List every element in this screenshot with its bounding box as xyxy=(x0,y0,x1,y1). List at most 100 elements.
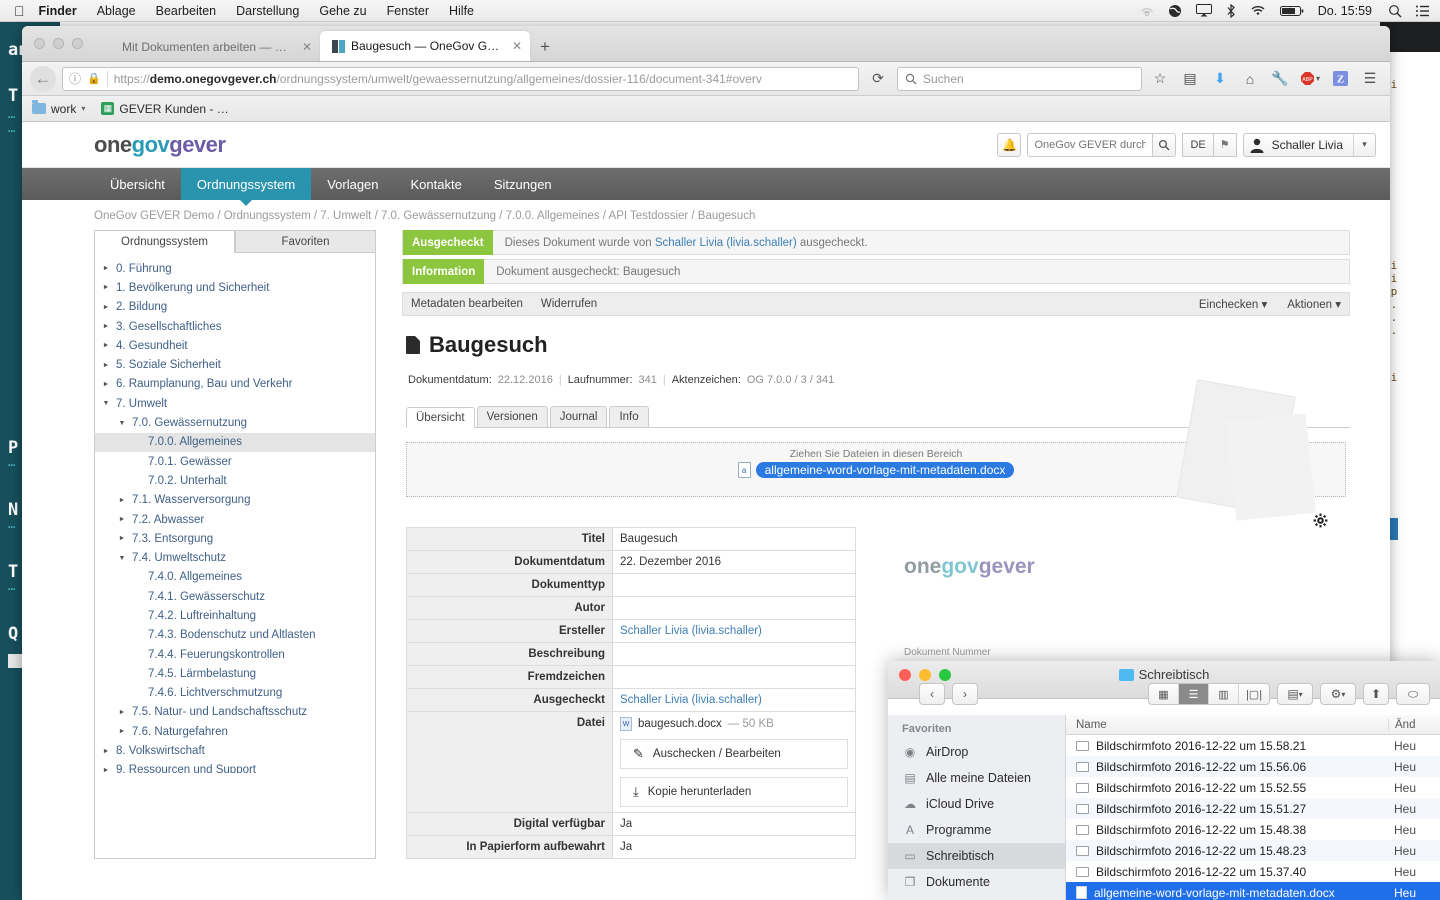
finder-sidebar-item[interactable]: ☁ iCloud Drive xyxy=(888,791,1065,817)
chevron-right-icon[interactable]: ► xyxy=(117,535,127,542)
browser-search-input[interactable]: Suchen xyxy=(897,66,1142,91)
tree-node[interactable]: 7.4.5. Lärmbelastung xyxy=(95,664,375,683)
tree-node[interactable]: ▼ 7.0. Gewässernutzung xyxy=(95,413,375,432)
tree-node[interactable]: ► 6. Raumplanung, Bau und Verkehr xyxy=(95,375,375,394)
action-einchecken[interactable]: Einchecken ▾ xyxy=(1199,297,1267,311)
tree-node[interactable]: ► 7.3. Entsorgung xyxy=(95,529,375,548)
tree-node[interactable]: ► 7.5. Natur- und Landschaftsschutz xyxy=(95,703,375,722)
chevron-down-icon[interactable]: ▼ xyxy=(117,555,127,562)
download-copy-button[interactable]: ⤓ Kopie herunterladen xyxy=(620,777,848,807)
bluetooth-icon[interactable] xyxy=(1226,3,1236,18)
notifications-bell-icon[interactable]: 🔔 xyxy=(997,132,1022,157)
tree-node[interactable]: 7.4.1. Gewässerschutz xyxy=(95,587,375,606)
chevron-down-icon[interactable]: ▼ xyxy=(117,420,127,427)
doc-tab-versionen[interactable]: Versionen xyxy=(476,406,548,427)
tree-node[interactable]: 7.0.1. Gewässer xyxy=(95,452,375,471)
onegovgever-logo[interactable]: onegovgever xyxy=(94,132,226,158)
coverflow-view-button[interactable]: |▢| xyxy=(1239,684,1269,704)
tree-node[interactable]: ► 2. Bildung xyxy=(95,298,375,317)
settings-gear-icon[interactable] xyxy=(1313,513,1328,531)
action-widerrufen[interactable]: Widerrufen xyxy=(541,298,597,310)
gear-icon[interactable]: ⚙ ▾ xyxy=(1320,683,1356,705)
chevron-right-icon[interactable]: ► xyxy=(117,497,127,504)
apple-logo-icon[interactable]:  xyxy=(14,3,25,19)
file-name[interactable]: baugesuch.docx xyxy=(638,718,722,730)
chevron-right-icon[interactable]: ► xyxy=(101,284,111,291)
finder-file-row[interactable]: Bildschirmfoto 2016-12-22 um 15.48.38 Heu xyxy=(1066,819,1440,840)
minimize-window-button[interactable] xyxy=(53,38,64,49)
chevron-down-icon[interactable]: ▾ xyxy=(1353,133,1375,156)
tree-node[interactable]: ▼ 7. Umwelt xyxy=(95,394,375,413)
finder-window[interactable]: Schreibtisch ‹ › ▦ ☰ ▥ |▢| ▤ ▾ ⚙ ▾ ⬆ ⬭ F… xyxy=(888,661,1440,900)
finder-file-row[interactable]: Bildschirmfoto 2016-12-22 um 15.56.06 Heu xyxy=(1066,756,1440,777)
search-icon[interactable] xyxy=(1152,132,1177,157)
tab-ordnungssystem[interactable]: Ordnungssystem xyxy=(95,231,235,253)
finder-file-row[interactable]: Bildschirmfoto 2016-12-22 um 15.37.40 Heu xyxy=(1066,861,1440,882)
hamburger-menu-icon[interactable]: ☰ xyxy=(1358,67,1382,91)
page-info-icon[interactable]: ⓘ xyxy=(69,70,81,87)
action-aktionen[interactable]: Aktionen ▾ xyxy=(1287,297,1341,311)
tree-node[interactable]: 7.0.2. Unterhalt xyxy=(95,471,375,490)
reload-button[interactable]: ⟳ xyxy=(865,67,891,91)
close-window-button[interactable] xyxy=(34,38,45,49)
tree-node[interactable]: ► 9. Ressourcen und Support xyxy=(95,761,375,773)
tree-node[interactable]: ► 1. Bevölkerung und Sicherheit xyxy=(95,278,375,297)
language-label[interactable]: DE xyxy=(1182,132,1214,157)
window-traffic-lights[interactable] xyxy=(34,38,83,49)
battery-charging-icon[interactable] xyxy=(1279,5,1304,17)
doc-tab-uebersicht[interactable]: Übersicht xyxy=(406,407,475,428)
finder-sidebar-item[interactable]: A Programme xyxy=(888,817,1065,843)
chevron-right-icon[interactable]: ► xyxy=(101,342,111,349)
tree-node[interactable]: 7.0.0. Allgemeines xyxy=(95,432,375,452)
finder-file-row[interactable]: Bildschirmfoto 2016-12-22 um 15.58.21 Heu xyxy=(1066,735,1440,756)
finder-file-row[interactable]: Bildschirmfoto 2016-12-22 um 15.52.55 Heu xyxy=(1066,777,1440,798)
tab-favoriten[interactable]: Favoriten xyxy=(235,231,375,253)
finder-sidebar-item[interactable]: ◉ AirDrop xyxy=(888,739,1065,765)
chevron-right-icon[interactable]: ► xyxy=(101,304,111,311)
nav-tab-vorlagen[interactable]: Vorlagen xyxy=(311,168,394,200)
action-metadaten-bearbeiten[interactable]: Metadaten bearbeiten xyxy=(411,298,523,310)
finder-view-mode-group[interactable]: ▦ ☰ ▥ |▢| xyxy=(1148,683,1270,705)
finder-sidebar-item[interactable]: ▤ Alle meine Dateien xyxy=(888,765,1065,791)
chevron-right-icon[interactable]: ► xyxy=(117,709,127,716)
app-search-group[interactable] xyxy=(1027,132,1177,157)
tree-node[interactable]: ► 7.1. Wasserversorgung xyxy=(95,491,375,510)
language-group[interactable]: DE ⚑ xyxy=(1182,132,1237,157)
close-icon[interactable]: ✕ xyxy=(512,39,522,53)
back-button[interactable]: ← xyxy=(30,65,56,92)
wrench-icon[interactable]: 🔧 xyxy=(1268,67,1292,91)
menu-item-hilfe[interactable]: Hilfe xyxy=(449,4,474,18)
reader-view-icon[interactable]: ▤ xyxy=(1178,67,1202,91)
finder-file-row[interactable]: Bildschirmfoto 2016-12-22 um 15.48.23 Heu xyxy=(1066,840,1440,861)
tree-node[interactable]: 7.4.3. Bodenschutz und Altlasten xyxy=(95,626,375,645)
user-link[interactable]: Schaller Livia (livia.schaller) xyxy=(655,237,797,249)
chevron-right-icon[interactable]: ► xyxy=(101,748,111,755)
finder-forward-button[interactable]: › xyxy=(952,683,978,705)
spotlight-search-icon[interactable] xyxy=(1388,4,1402,18)
user-link[interactable]: Schaller Livia (livia.schaller) xyxy=(620,694,762,706)
user-menu[interactable]: Schaller Livia ▾ xyxy=(1242,132,1376,157)
browser-tab-inactive[interactable]: Mit Dokumenten arbeiten — On… ✕ xyxy=(110,33,320,61)
column-view-button[interactable]: ▥ xyxy=(1209,684,1239,704)
bookmark-work[interactable]: work ▾ xyxy=(32,100,85,116)
zotero-icon[interactable]: Z xyxy=(1328,67,1352,91)
tree-node[interactable]: 7.4.4. Feuerungskontrollen xyxy=(95,645,375,664)
arrange-icon[interactable]: ▤ ▾ xyxy=(1277,683,1313,705)
app-search-input[interactable] xyxy=(1027,132,1153,157)
chevron-down-icon[interactable]: ▼ xyxy=(101,400,111,407)
notification-center-icon[interactable] xyxy=(1416,5,1430,17)
tree-node[interactable]: ► 7.2. Abwasser xyxy=(95,510,375,529)
tree-node[interactable]: ▼ 7.4. Umweltschutz xyxy=(95,548,375,567)
bookmark-gever-kunden[interactable]: ▦ GEVER Kunden - … xyxy=(101,102,229,116)
tree-node[interactable]: ► 7.6. Naturgefahren xyxy=(95,722,375,741)
finder-file-row[interactable]: allgemeine-word-vorlage-mit-metadaten.do… xyxy=(1066,882,1440,900)
chevron-right-icon[interactable]: ► xyxy=(117,516,127,523)
share-icon[interactable]: ⬆ xyxy=(1363,683,1389,705)
list-view-button[interactable]: ☰ xyxy=(1179,684,1209,704)
tree-node[interactable]: ► 4. Gesundheit xyxy=(95,336,375,355)
menu-item-fenster[interactable]: Fenster xyxy=(387,4,429,18)
siri-icon[interactable] xyxy=(1140,4,1154,18)
chevron-right-icon[interactable]: ► xyxy=(117,728,127,735)
finder-back-button[interactable]: ‹ xyxy=(919,683,945,705)
new-tab-button[interactable]: + xyxy=(530,37,560,61)
